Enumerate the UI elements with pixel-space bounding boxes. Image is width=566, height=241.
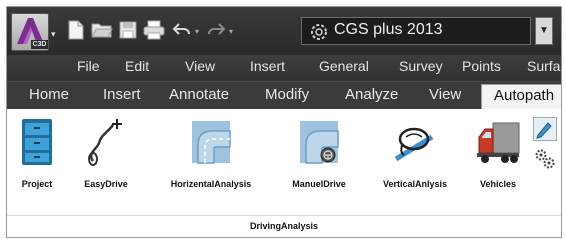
tab-insert[interactable]: Insert	[103, 86, 141, 103]
menu-points[interactable]: Points	[462, 58, 501, 74]
manual-drive-steering-icon	[300, 121, 339, 164]
print-icon[interactable]	[143, 19, 165, 41]
horizental-analysis-label: HorizentalAnalysis	[170, 179, 252, 189]
tab-view[interactable]: View	[429, 86, 461, 103]
tab-home[interactable]: Home	[29, 86, 69, 103]
edit-pencil-icon	[536, 122, 552, 139]
horizental-analysis-button[interactable]: HorizentalAnalysis	[147, 115, 275, 199]
ribbon-tab-bar: Home Insert Annotate Modify Analyze View…	[7, 81, 561, 110]
tab-annotate[interactable]: Annotate	[169, 86, 229, 103]
application-menu-button[interactable]: C3D	[11, 13, 49, 51]
vehicles-label: Vehicles	[479, 179, 517, 189]
edit-button[interactable]	[533, 117, 557, 141]
open-folder-icon[interactable]	[91, 19, 113, 41]
tab-analyze[interactable]: Analyze	[345, 86, 398, 103]
easydrive-label: EasyDrive	[84, 179, 128, 189]
panel-divider	[7, 215, 561, 216]
menu-survey[interactable]: Survey	[399, 58, 443, 74]
app-menu-caret-icon[interactable]: ▾	[51, 29, 56, 40]
gear-icon	[311, 24, 327, 40]
tab-modify[interactable]: Modify	[265, 86, 309, 103]
workspace-dropdown-button[interactable]: ▼	[535, 17, 553, 45]
menu-file[interactable]: File	[77, 58, 100, 74]
ribbon-panel-driving-analysis: Project EasyDrive HorizentalAnalysis Man…	[7, 109, 561, 237]
menu-bar: File Edit View Insert General Survey Poi…	[7, 55, 561, 81]
menu-edit[interactable]: Edit	[125, 58, 149, 74]
panel-title: DrivingAnalysis	[249, 221, 319, 231]
undo-icon[interactable]	[171, 19, 193, 41]
vertical-analysis-button[interactable]: VerticalAnlysis	[363, 115, 467, 199]
manuel-drive-button[interactable]: ManuelDrive	[279, 115, 359, 199]
project-cabinet-icon	[22, 119, 52, 165]
vertical-analysis-label: VerticalAnlysis	[382, 179, 448, 189]
manuel-drive-label: ManuelDrive	[292, 179, 346, 189]
workspace-switcher[interactable]: CGS plus 2013	[301, 17, 531, 45]
tab-autopath[interactable]: Autopath	[481, 84, 561, 110]
save-icon[interactable]	[117, 19, 139, 41]
redo-icon[interactable]	[205, 19, 227, 41]
vehicles-button[interactable]: Vehicles	[469, 115, 527, 199]
menu-general[interactable]: General	[319, 58, 369, 74]
truck-icon	[477, 122, 520, 163]
app-badge: C3D	[31, 40, 48, 49]
vertical-analysis-icon	[394, 127, 434, 162]
menu-view[interactable]: View	[185, 58, 215, 74]
application-window: C3D ▾ ▾ ▾ CGS plus 2013 ▼ File Edit View…	[6, 6, 562, 238]
project-button[interactable]: Project	[9, 115, 65, 199]
settings-gears-icon	[535, 149, 555, 169]
workspace-label: CGS plus 2013	[334, 21, 443, 38]
menu-surfaces[interactable]: Surfa	[527, 58, 560, 74]
new-file-icon[interactable]	[65, 19, 87, 41]
easydrive-button[interactable]: EasyDrive	[71, 115, 141, 199]
undo-dropdown-icon[interactable]: ▾	[195, 27, 199, 36]
redo-dropdown-icon[interactable]: ▾	[229, 27, 233, 36]
easydrive-path-icon	[88, 119, 122, 166]
menu-insert[interactable]: Insert	[250, 58, 285, 74]
horizontal-analysis-icon	[192, 121, 231, 164]
settings-button[interactable]	[533, 147, 557, 171]
project-label: Project	[21, 179, 53, 189]
quick-access-toolbar: C3D ▾ ▾ ▾ CGS plus 2013 ▼	[7, 7, 561, 55]
